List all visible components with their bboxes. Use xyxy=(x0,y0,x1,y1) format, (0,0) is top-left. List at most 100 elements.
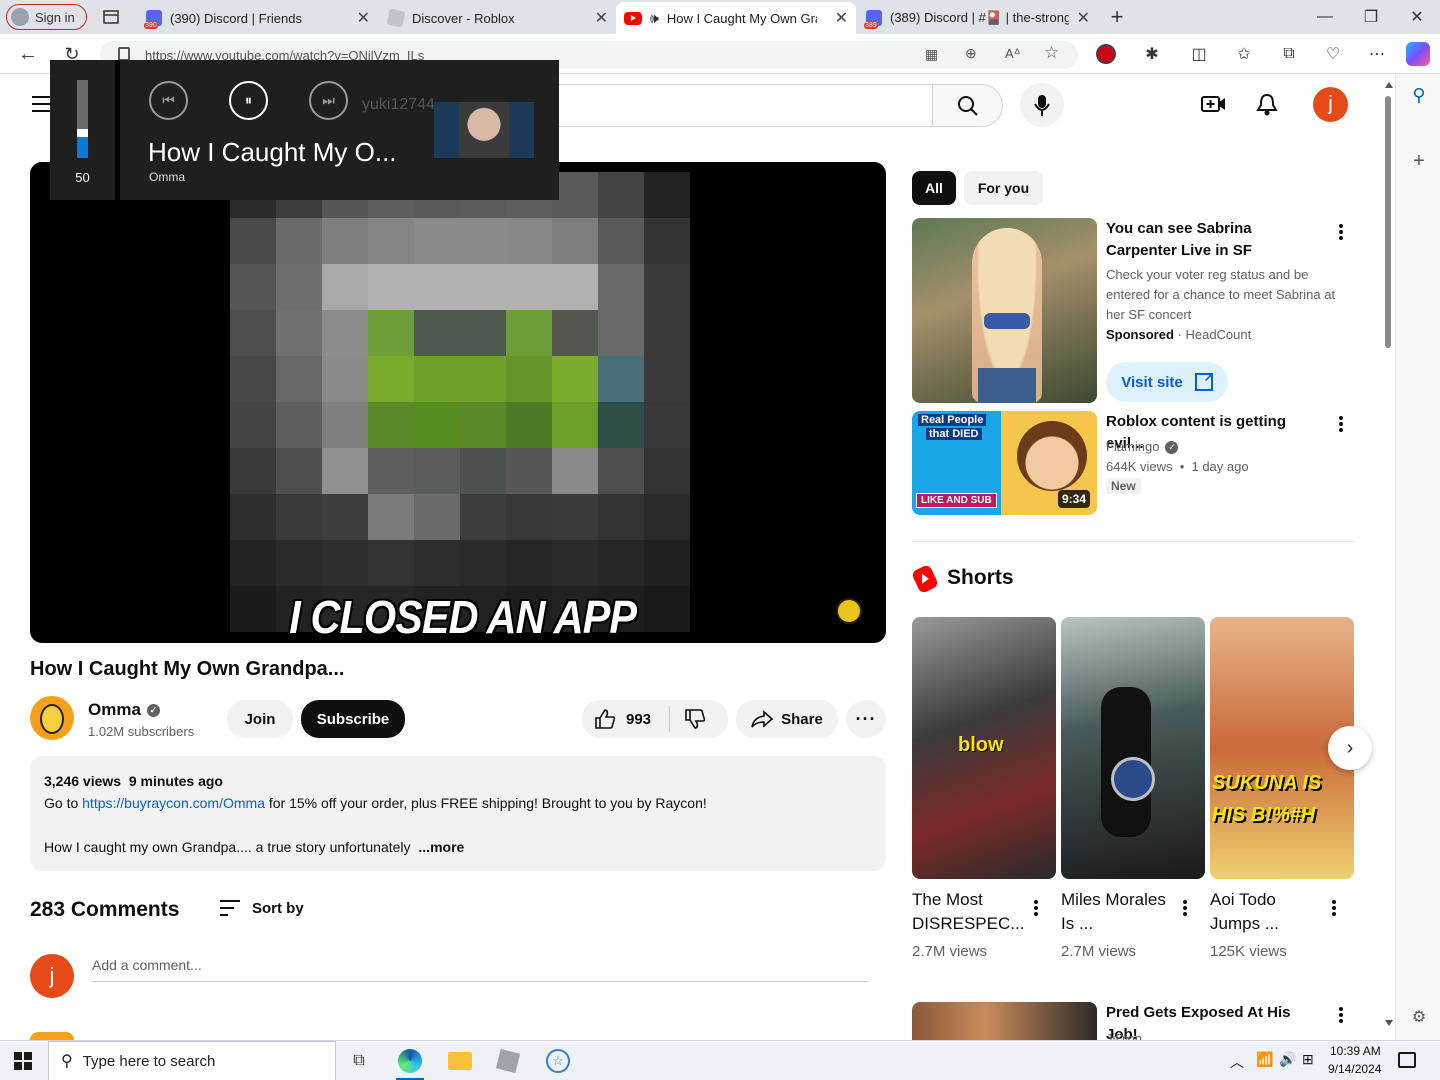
dislike-button[interactable] xyxy=(684,708,706,735)
star-app-icon[interactable]: ☆ xyxy=(546,1049,570,1073)
taskbar-search-box[interactable]: ⚲ Type here to search xyxy=(48,1041,336,1080)
search-input[interactable] xyxy=(520,84,933,127)
short-title[interactable]: Miles Morales Is ... xyxy=(1061,888,1171,936)
create-video-icon[interactable] xyxy=(1201,93,1227,115)
split-screen-icon[interactable]: ◫ xyxy=(1188,43,1210,65)
browser-essentials-icon[interactable]: ♡ xyxy=(1322,43,1344,65)
channel-avatar[interactable] xyxy=(30,696,74,740)
sidebar-settings-icon[interactable]: ⚙ xyxy=(1408,1006,1430,1028)
scroll-down-arrow[interactable] xyxy=(1385,1020,1393,1026)
workspaces-icon[interactable] xyxy=(100,7,122,27)
rec1-thumbnail[interactable]: Real People that DIED LIKE AND SUB 9:34 xyxy=(912,411,1097,515)
rec2-thumbnail[interactable] xyxy=(912,1002,1097,1040)
short-more-icon[interactable] xyxy=(1175,898,1195,918)
next-track-button[interactable]: ⏭ xyxy=(309,81,348,120)
volume-icon[interactable]: 🔊 xyxy=(1279,1051,1296,1068)
input-language-icon[interactable]: ⊞ xyxy=(1302,1051,1314,1068)
close-tab-icon[interactable]: ✕ xyxy=(357,8,370,28)
scroll-up-arrow[interactable] xyxy=(1385,82,1393,88)
extension-red-icon[interactable] xyxy=(1096,44,1116,64)
app-available-icon[interactable]: ▦ xyxy=(925,46,938,63)
lock-icon xyxy=(118,47,130,61)
new-tab-button[interactable]: + xyxy=(1104,4,1130,30)
rec2-more-icon[interactable] xyxy=(1331,1005,1351,1025)
ad-title[interactable]: You can see Sabrina Carpenter Live in SF xyxy=(1106,218,1326,262)
tab-discord-friends[interactable]: 390 (390) Discord | Friends ✕ xyxy=(138,2,378,34)
add-sidebar-icon[interactable]: + xyxy=(1408,150,1430,172)
short-thumbnail[interactable] xyxy=(1061,617,1205,879)
search-button[interactable] xyxy=(932,84,1003,127)
voice-search-button[interactable] xyxy=(1020,83,1064,127)
video-player[interactable]: I CLOSED AN APP xyxy=(30,162,886,643)
sponsor-link[interactable]: https://buyraycon.com/Omma xyxy=(82,795,265,811)
zoom-icon[interactable]: ⊕ xyxy=(965,45,977,62)
collections-icon[interactable]: ⧉ xyxy=(1278,43,1300,65)
start-button[interactable] xyxy=(14,1052,32,1070)
settings-more-icon[interactable]: ⋯ xyxy=(1366,43,1388,65)
ad-more-icon[interactable] xyxy=(1331,222,1351,242)
pixel-block xyxy=(644,310,690,356)
add-comment-input[interactable]: Add a comment... xyxy=(92,954,868,982)
more-actions-button[interactable]: ··· xyxy=(846,700,886,738)
rec1-more-icon[interactable] xyxy=(1331,414,1351,434)
tab-youtube-active[interactable]: 🕪 How I Caught My Own Grand ✕ xyxy=(616,2,856,34)
join-button[interactable]: Join xyxy=(227,700,293,738)
page-scrollbar[interactable] xyxy=(1382,74,1395,1040)
roblox-taskbar-icon[interactable] xyxy=(495,1048,521,1074)
volume-slider[interactable] xyxy=(77,80,88,158)
hamburger-menu-icon[interactable] xyxy=(32,96,52,112)
close-window-button[interactable]: ✕ xyxy=(1402,4,1432,30)
account-avatar[interactable]: j xyxy=(1313,87,1348,122)
search-icon[interactable]: ⚲ xyxy=(1408,84,1430,106)
description-box[interactable]: 3,246 views 9 minutes ago Go to https://… xyxy=(30,756,886,871)
short-thumbnail[interactable]: blow xyxy=(912,617,1056,879)
speaker-icon[interactable]: 🕪 xyxy=(650,10,659,27)
sort-by-button[interactable]: Sort by xyxy=(218,898,304,918)
scroll-thumb[interactable] xyxy=(1385,96,1391,348)
extensions-puzzle-icon[interactable]: ✱ xyxy=(1141,43,1163,65)
close-tab-icon[interactable]: ✕ xyxy=(1077,8,1090,28)
previous-track-button[interactable]: ⏮ xyxy=(149,81,188,120)
pixel-block xyxy=(598,264,644,310)
channel-watermark-icon[interactable] xyxy=(836,598,862,624)
read-aloud-icon[interactable]: Aᐞ xyxy=(1005,46,1021,62)
media-title: How I Caught My O... xyxy=(148,137,397,167)
tab-roblox[interactable]: Discover - Roblox ✕ xyxy=(380,2,616,34)
close-tab-icon[interactable]: ✕ xyxy=(835,8,848,28)
clock-date[interactable]: 9/14/2024 xyxy=(1328,1062,1381,1076)
show-hidden-icons[interactable]: ︿ xyxy=(1230,1052,1244,1072)
short-title[interactable]: The Most DISRESPEC... xyxy=(912,888,1024,936)
chip-all[interactable]: All xyxy=(912,171,956,205)
subscribe-button[interactable]: Subscribe xyxy=(301,700,405,738)
favorites-icon[interactable]: ✩ xyxy=(1233,43,1255,65)
like-button[interactable]: 993 xyxy=(594,708,651,730)
ad-thumbnail[interactable] xyxy=(912,218,1097,403)
share-button[interactable]: Share xyxy=(736,700,838,738)
short-more-icon[interactable] xyxy=(1026,898,1046,918)
favorite-star-icon[interactable]: ☆ xyxy=(1044,43,1059,63)
short-title[interactable]: Aoi Todo Jumps ... xyxy=(1210,888,1320,936)
chip-for-you[interactable]: For you xyxy=(964,171,1043,205)
notification-center-icon[interactable] xyxy=(1398,1052,1416,1068)
copilot-icon[interactable] xyxy=(1406,42,1430,66)
network-icon[interactable]: 📶 xyxy=(1256,1051,1273,1068)
restore-button[interactable]: ❐ xyxy=(1356,4,1386,30)
pause-button[interactable]: ⏸ xyxy=(229,81,268,120)
short-more-icon[interactable] xyxy=(1324,898,1344,918)
close-tab-icon[interactable]: ✕ xyxy=(595,8,608,28)
pixel-block xyxy=(368,448,414,494)
channel-name[interactable]: Omma ✓ xyxy=(88,700,160,720)
profile-signin-button[interactable]: Sign in xyxy=(6,4,87,30)
shorts-next-arrow-button[interactable]: › xyxy=(1328,726,1372,770)
task-view-icon[interactable]: ⧉ xyxy=(348,1050,370,1072)
file-explorer-icon[interactable] xyxy=(448,1052,472,1070)
minimize-button[interactable]: — xyxy=(1310,4,1340,30)
back-arrow-icon[interactable]: ← xyxy=(14,42,42,66)
signin-label: Sign in xyxy=(35,9,75,25)
show-more-link[interactable]: ...more xyxy=(418,839,464,855)
tab-discord-channel[interactable]: 389 (389) Discord | #🎴 | the-strongest ✕ xyxy=(858,2,1098,34)
clock-time[interactable]: 10:39 AM xyxy=(1330,1044,1381,1058)
edge-taskbar-icon[interactable] xyxy=(398,1049,422,1073)
notifications-bell-icon[interactable] xyxy=(1255,93,1279,117)
visit-site-button[interactable]: Visit site ↗ xyxy=(1106,362,1228,402)
